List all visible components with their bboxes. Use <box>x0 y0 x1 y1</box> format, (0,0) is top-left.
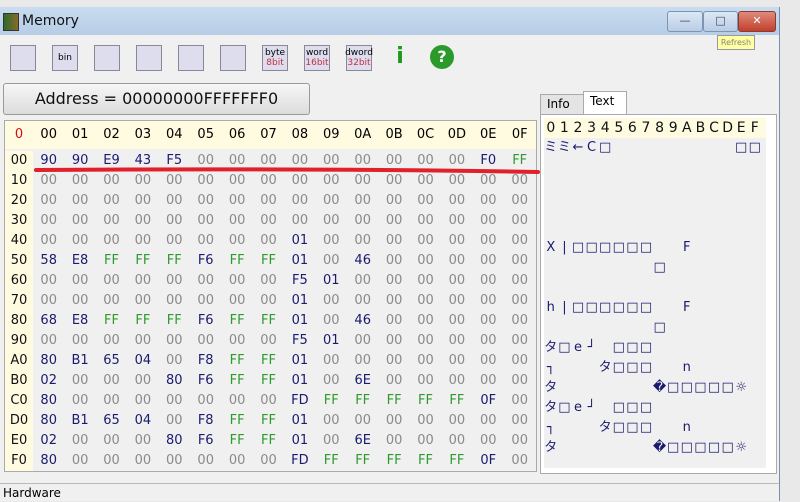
red-annotation-line <box>34 167 540 174</box>
